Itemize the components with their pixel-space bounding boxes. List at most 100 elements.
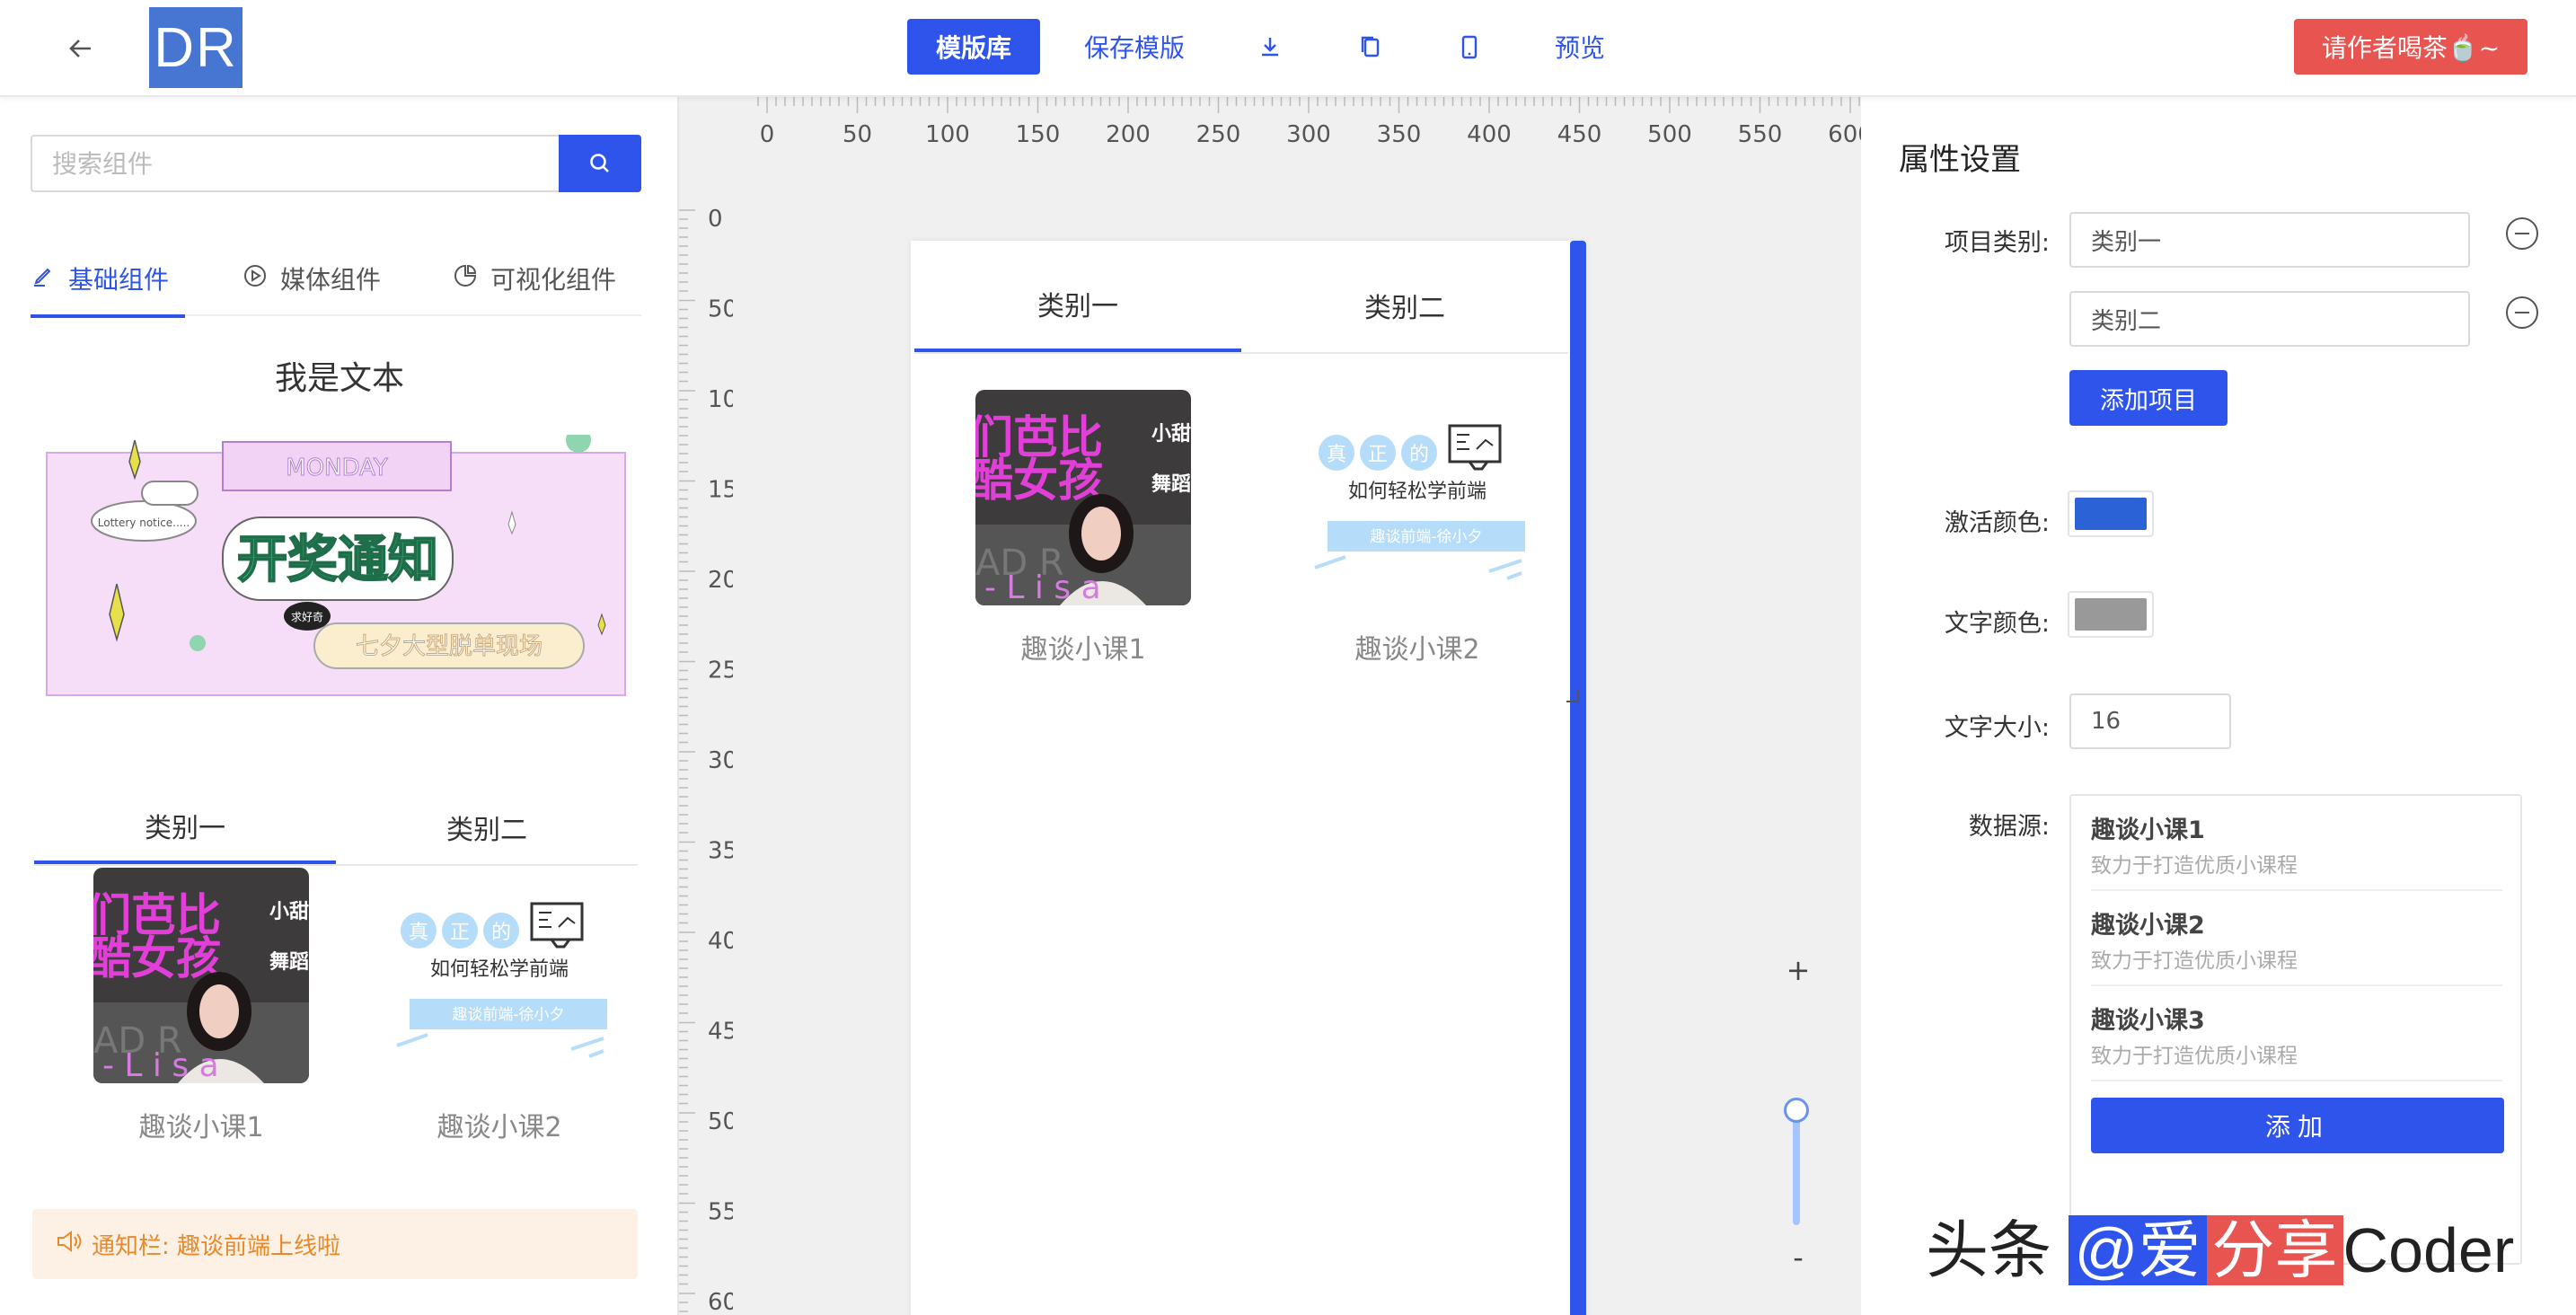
ruler-y-label: 250 — [708, 658, 733, 684]
play-circle-icon — [243, 263, 268, 295]
watermark-part: 头条 — [1926, 1215, 2069, 1285]
active-color-label: 激活颜色: — [1944, 509, 2050, 537]
pie-chart-icon — [453, 263, 478, 295]
svg-text:- L i s a: - L i s a — [102, 1047, 219, 1083]
remove-item-icon[interactable] — [2506, 217, 2538, 250]
ruler-y-label: 0 — [708, 206, 723, 233]
font-size-input[interactable] — [2069, 693, 2231, 749]
download-icon[interactable] — [1252, 19, 1288, 75]
canvas-course-card[interactable]: 真 正 的 如何轻松学前端 趣谈前端-徐小夕 趣谈小课2 — [1310, 390, 1525, 666]
ruler-x-label: 300 — [1286, 121, 1331, 148]
ruler-x-label: 0 — [760, 121, 775, 148]
ruler-y-label: 550 — [708, 1199, 733, 1226]
sponsor-button[interactable]: 请作者喝茶🍵~ — [2294, 19, 2527, 75]
svg-text:如何轻松学前端: 如何轻松学前端 — [430, 958, 569, 981]
datasource-label: 数据源: — [1968, 813, 2050, 841]
banner-image-component[interactable]: MONDAY Lottery notice..... 开奖通知 七夕大型脱单现场… — [45, 428, 627, 774]
ruler-y-label: 400 — [708, 928, 733, 955]
ruler-y-label: 100 — [708, 386, 733, 413]
component-tabs: 基础组件 媒体组件 可视化组件 — [31, 241, 641, 318]
copy-icon[interactable] — [1353, 19, 1389, 75]
canvas-tab-2[interactable]: 类别二 — [1241, 259, 1568, 352]
zoom-out-button[interactable]: - — [1780, 1240, 1816, 1275]
zoom-slider-handle[interactable] — [1784, 1098, 1809, 1123]
notice-text: 通知栏: 趣谈前端上线啦 — [92, 1232, 341, 1260]
component-panel: 基础组件 媒体组件 可视化组件 我是文本 MONDAY Lottery noti… — [0, 97, 679, 1315]
zoom-in-button[interactable]: + — [1780, 952, 1816, 988]
svg-text:的: 的 — [491, 922, 511, 944]
datasource-list: 趣谈小课1 致力于打造优质小课程 趣谈小课2 致力于打造优质小课程 趣谈小课3 … — [2069, 794, 2522, 1265]
ruler-y-label: 300 — [708, 747, 733, 774]
watermark-part: Coder — [2342, 1215, 2515, 1285]
mobile-icon[interactable] — [1451, 19, 1487, 75]
top-toolbar: DR 模版库 保存模版 预览 请作者喝茶🍵~ — [0, 0, 2576, 97]
datasource-desc: 致力于打造优质小课程 — [2091, 854, 2298, 878]
datasource-item[interactable]: 趣谈小课1 致力于打造优质小课程 — [2091, 796, 2502, 891]
svg-text:趣谈前端-徐小夕: 趣谈前端-徐小夕 — [452, 1006, 564, 1024]
datasource-item[interactable]: 趣谈小课2 致力于打造优质小课程 — [2091, 891, 2502, 986]
svg-text:真: 真 — [1327, 444, 1346, 466]
remove-item-icon[interactable] — [2506, 296, 2538, 329]
text-component[interactable]: 我是文本 — [0, 352, 677, 399]
canvas-course-card[interactable]: 们芭比 酷女孩 小甜 舞蹈 AD R - L i s a 趣谈小课1 — [975, 390, 1191, 666]
svg-text:如何轻松学前端: 如何轻松学前端 — [1348, 481, 1486, 503]
text-color-picker[interactable] — [2068, 591, 2154, 638]
active-color-picker[interactable] — [2068, 490, 2154, 537]
ruler-x-label: 150 — [1016, 121, 1061, 148]
back-arrow-icon[interactable] — [59, 27, 102, 70]
edit-icon — [31, 263, 56, 295]
add-item-button[interactable]: 添加项目 — [2069, 370, 2228, 426]
svg-text:- L i s a: - L i s a — [984, 569, 1101, 605]
demo-tab-1[interactable]: 类别一 — [34, 790, 336, 864]
vertical-ruler: 0 50 100 150 200 250 300 350 400 450 500 550 600 — [679, 206, 733, 1315]
search-input[interactable] — [31, 135, 560, 192]
phone-preview[interactable]: 类别一 类别二 们芭比 酷女孩 小甜 舞蹈 AD R - L i s a 趣谈小… — [911, 241, 1586, 1315]
property-panel: 属性设置 项目类别: 添加项目 激活颜色: 文字颜色: 文字大小: 数据源: 趣… — [1861, 97, 2576, 1315]
search-icon[interactable] — [559, 135, 641, 192]
tab-media-components[interactable]: 媒体组件 — [243, 241, 404, 316]
svg-text:正: 正 — [450, 922, 470, 944]
banner-tag: 求好奇 — [291, 611, 323, 623]
course-label: 趣谈小课1 — [1020, 634, 1146, 666]
ruler-x-label: 100 — [925, 121, 970, 148]
ruler-y-label: 450 — [708, 1019, 733, 1046]
tabs-component-preview[interactable]: 类别一 类别二 — [34, 790, 638, 866]
preview-button[interactable]: 预览 — [1548, 19, 1611, 75]
tab-basic-components[interactable]: 基础组件 — [31, 241, 185, 318]
canvas-tabs-component[interactable]: 类别一 类别二 — [914, 259, 1568, 354]
demo-tab-2[interactable]: 类别二 — [336, 790, 638, 864]
text-color-swatch — [2075, 598, 2147, 631]
save-template-button[interactable]: 保存模版 — [1074, 19, 1195, 75]
resize-handle[interactable] — [1566, 690, 1579, 702]
tab-label: 基础组件 — [68, 265, 170, 295]
editor-app: DR 模版库 保存模版 预览 请作者喝茶🍵~ 基础组件 — [0, 0, 2576, 1315]
speaker-icon — [54, 1227, 83, 1262]
svg-text:小甜: 小甜 — [269, 900, 309, 923]
course-label: 趣谈小课1 — [138, 1112, 264, 1143]
canvas-tab-1[interactable]: 类别一 — [914, 259, 1241, 352]
ruler-x-label: 400 — [1467, 121, 1512, 148]
notice-bar[interactable]: 通知栏: 趣谈前端上线啦 — [32, 1209, 638, 1279]
datasource-title: 趣谈小课1 — [2091, 816, 2205, 844]
ruler-x-label: 350 — [1377, 121, 1422, 148]
ruler-x-label: 50 — [842, 121, 872, 148]
ruler-y-label: 500 — [708, 1108, 733, 1135]
horizontal-ruler: 0 50 100 150 200 250 300 350 400 450 500 550 600 — [757, 97, 1861, 148]
active-color-swatch — [2075, 498, 2147, 530]
tab-label: 媒体组件 — [280, 265, 382, 295]
banner-title: 开奖通知 — [237, 531, 438, 589]
ruler-y-label: 50 — [708, 296, 733, 323]
course-card[interactable]: 们芭比 酷女孩 小甜 舞蹈 AD R - L i s a 趣谈小课1 — [93, 868, 309, 1144]
datasource-add-button[interactable]: 添加 — [2091, 1098, 2504, 1153]
tab-visual-components[interactable]: 可视化组件 — [453, 241, 645, 316]
zoom-slider-track[interactable] — [1793, 1117, 1800, 1225]
course-label: 趣谈小课2 — [437, 1112, 562, 1143]
item-category-input-1[interactable] — [2069, 212, 2470, 268]
item-category-input-2[interactable] — [2069, 291, 2470, 347]
banner-day: MONDAY — [286, 455, 388, 481]
svg-text:酷女孩: 酷女孩 — [975, 455, 1103, 507]
course-card[interactable]: 真 正 的 如何轻松学前端 趣谈前端-徐小夕 趣谈小课2 — [392, 868, 607, 1144]
course-label: 趣谈小课2 — [1354, 634, 1480, 666]
datasource-item[interactable]: 趣谈小课3 致力于打造优质小课程 — [2091, 986, 2502, 1081]
template-library-button[interactable]: 模版库 — [907, 19, 1040, 75]
